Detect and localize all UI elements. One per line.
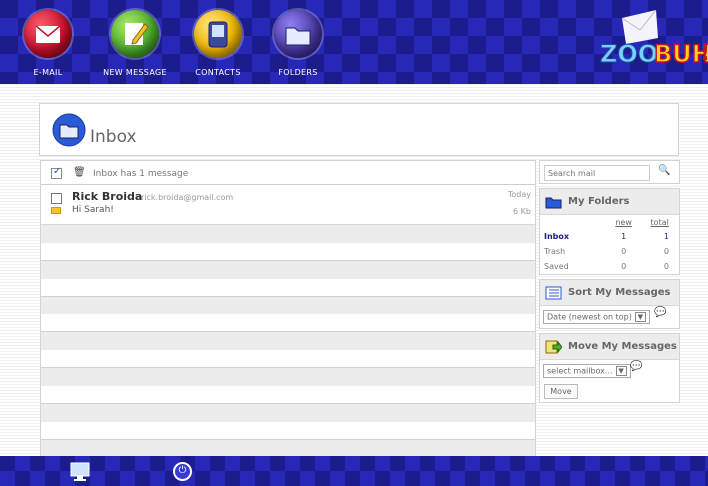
sort-selected-value: Date (newest on top): [547, 312, 632, 322]
folder-open-icon: [545, 197, 562, 209]
message-subject[interactable]: Hi Sarah!: [72, 205, 114, 215]
chevron-down-icon[interactable]: ▼: [615, 366, 627, 376]
empty-rows: [41, 225, 535, 458]
nav-new-message[interactable]: NEW MESSAGE: [98, 0, 172, 84]
search-icon[interactable]: 🔍: [658, 165, 670, 176]
list-icon: [545, 286, 562, 300]
speech-bubble-icon[interactable]: 💬: [630, 361, 642, 372]
nav-contacts[interactable]: CONTACTS: [186, 0, 250, 84]
message-row[interactable]: Rick Broida rick.broida@gmail.com Today …: [41, 185, 535, 225]
col-new-header: new: [615, 217, 632, 227]
sort-title: Sort My Messages: [568, 287, 671, 298]
folder-new-count: 0: [621, 247, 627, 256]
col-total-header: total: [650, 217, 669, 227]
empty-row: [41, 225, 535, 243]
folder-new-count: 0: [621, 262, 627, 271]
list-toolbar: 🗑 Inbox has 1 message: [41, 161, 535, 185]
move-button[interactable]: Move: [544, 384, 578, 399]
empty-row: [41, 296, 535, 315]
folder-name[interactable]: Trash: [540, 244, 607, 259]
folder-total-count: 1: [663, 232, 669, 241]
my-folders-panel: My Folders new total Inbox 1 1 Trash 0 0…: [539, 188, 680, 275]
bottom-bar: ⏻: [0, 456, 708, 486]
empty-row: [41, 332, 535, 351]
message-date: Today: [507, 190, 531, 199]
sort-panel: Sort My Messages Date (newest on top) ▼ 💬: [539, 279, 680, 329]
pencil-paper-icon: [111, 10, 159, 58]
empty-row: [41, 368, 535, 387]
message-list: 🗑 Inbox has 1 message Rick Broida rick.b…: [40, 160, 536, 458]
move-title: Move My Messages: [568, 341, 677, 352]
move-arrow-icon: [545, 340, 562, 354]
pda-icon: [194, 10, 242, 58]
sort-row: Date (newest on top) ▼ 💬: [540, 306, 679, 328]
move-select[interactable]: select mailbox... ▼: [543, 364, 631, 378]
envelope-icon: [24, 10, 72, 58]
empty-row: [41, 421, 535, 440]
empty-row: [41, 242, 535, 261]
top-nav-bar: E-MAIL NEW MESSAGE CONTACTS FOLDERS ZOO …: [0, 0, 708, 84]
page-title: Inbox: [90, 127, 137, 147]
message-sender: Rick Broida: [72, 190, 143, 203]
nav-new-message-label: NEW MESSAGE: [103, 68, 167, 77]
svg-text:ZOO: ZOO: [600, 40, 658, 68]
folder-icon: [274, 10, 322, 58]
folder-new-count: 1: [621, 232, 627, 241]
folder-row-trash[interactable]: Trash 0 0: [540, 244, 679, 259]
inbox-header-panel: Inbox: [39, 103, 679, 156]
folder-name[interactable]: Inbox: [540, 229, 607, 244]
empty-row: [41, 386, 535, 404]
empty-row: [41, 403, 535, 422]
search-box: 🔍: [539, 160, 680, 184]
folder-row-inbox[interactable]: Inbox 1 1: [540, 229, 679, 244]
select-all-checkbox[interactable]: [51, 166, 62, 179]
inbox-folder-icon: [52, 113, 86, 150]
my-folders-title: My Folders: [568, 196, 630, 207]
folder-total-count: 0: [663, 247, 669, 256]
move-panel: Move My Messages select mailbox... ▼ 💬 Mo…: [539, 333, 680, 403]
sort-select[interactable]: Date (newest on top) ▼: [543, 310, 650, 324]
trash-icon[interactable]: 🗑: [73, 167, 86, 178]
message-sender-email: rick.broida@gmail.com: [141, 193, 234, 202]
empty-row: [41, 350, 535, 369]
folder-row-saved[interactable]: Saved 0 0: [540, 259, 679, 274]
move-row: select mailbox... ▼ 💬: [540, 360, 679, 382]
my-folders-header: My Folders: [540, 189, 679, 215]
empty-row: [41, 439, 535, 458]
nav-folders-label: FOLDERS: [278, 68, 318, 77]
zoobuh-logo-icon[interactable]: ZOO BUH !: [596, 9, 708, 74]
nav-email-label: E-MAIL: [33, 68, 63, 77]
move-button-row: Move: [540, 382, 679, 402]
monitor-icon[interactable]: [70, 462, 90, 485]
empty-row: [41, 260, 535, 279]
folder-name[interactable]: Saved: [540, 259, 607, 274]
unread-envelope-icon: [51, 207, 61, 214]
sort-header: Sort My Messages: [540, 280, 679, 306]
nav-contacts-label: CONTACTS: [195, 68, 241, 77]
nav-folders[interactable]: FOLDERS: [270, 0, 326, 84]
empty-row: [41, 278, 535, 297]
power-icon[interactable]: ⏻: [173, 462, 192, 481]
move-selected-value: select mailbox...: [547, 366, 613, 376]
message-count-text: Inbox has 1 message: [93, 169, 189, 179]
message-checkbox[interactable]: [51, 193, 62, 204]
chevron-down-icon[interactable]: ▼: [634, 312, 646, 322]
folders-table: new total Inbox 1 1 Trash 0 0 Saved 0 0: [540, 215, 679, 274]
folder-total-count: 0: [663, 262, 669, 271]
sidebar: 🔍 My Folders new total Inbox 1 1 Trash 0…: [539, 160, 680, 403]
nav-email[interactable]: E-MAIL: [20, 0, 76, 84]
speech-bubble-icon[interactable]: 💬: [654, 307, 666, 318]
search-input[interactable]: [544, 165, 650, 181]
message-size: 6 Kb: [513, 207, 531, 216]
move-header: Move My Messages: [540, 334, 679, 360]
empty-row: [41, 314, 535, 333]
svg-text:!: !: [700, 41, 708, 66]
